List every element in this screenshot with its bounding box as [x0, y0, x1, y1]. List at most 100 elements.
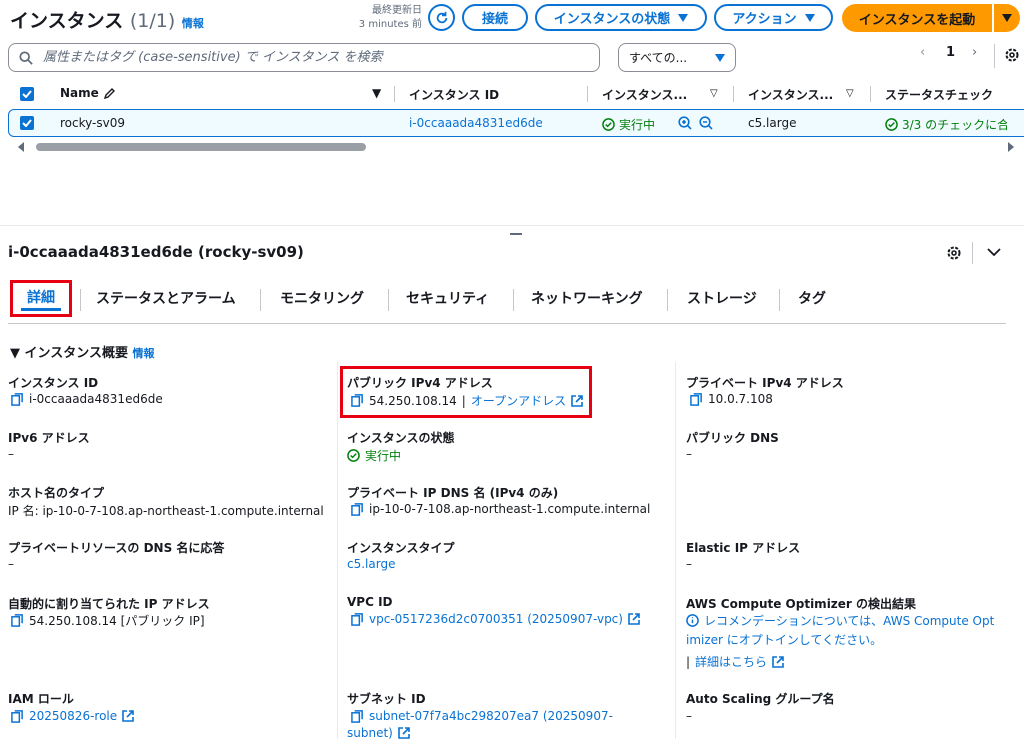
tab-details[interactable]: 詳細 [10, 280, 72, 317]
column-header-instance-type[interactable]: インスタンス... [748, 86, 833, 103]
column-header-status-check[interactable]: ステータスチェック [885, 86, 1005, 103]
instance-type-link[interactable]: c5.large [347, 557, 395, 571]
table-settings-button[interactable] [1004, 47, 1020, 63]
launch-options-button[interactable] [994, 4, 1020, 32]
split-divider [0, 225, 1024, 226]
check-circle-icon [885, 118, 898, 131]
last-updated: 最終更新日 3 minutes 前 [358, 5, 422, 30]
subnet-link[interactable]: subnet-07f7a4bc298207ea7 (20250907- [351, 709, 613, 723]
search-box[interactable] [8, 43, 600, 72]
state-filter-select[interactable]: すべての... [618, 43, 736, 72]
row-instance-type: c5.large [748, 116, 797, 130]
caret-down-icon [678, 13, 689, 22]
copy-icon[interactable] [11, 392, 24, 406]
actions-button[interactable]: アクション [714, 4, 833, 31]
tab-divider [260, 289, 261, 311]
tab-divider [513, 289, 514, 311]
gear-icon [946, 245, 962, 261]
field-label: パブリック IPv4 アドレス [347, 376, 493, 390]
field-label: ホスト名のタイプ [8, 486, 105, 500]
zoom-out-icon[interactable] [699, 116, 713, 130]
tab-status-alarms[interactable]: ステータスとアラーム [96, 283, 236, 317]
tab-security[interactable]: セキュリティ [406, 283, 489, 317]
tab-storage[interactable]: ストレージ [687, 283, 757, 317]
column-header-instance-state[interactable]: インスタンス... [602, 86, 687, 103]
tab-divider [779, 289, 780, 311]
active-tab-indicator [21, 308, 61, 311]
copy-icon[interactable] [351, 502, 364, 516]
hostname-type-value: IP 名: ip-10-0-7-108.ap-northeast-1.compu… [8, 504, 324, 518]
tab-divider [667, 289, 668, 311]
external-link-icon [628, 613, 640, 625]
column-header-name[interactable]: Name [60, 86, 115, 100]
instance-state-button[interactable]: インスタンスの状態 [535, 4, 707, 31]
field-label: 自動的に割り当てられた IP アドレス [8, 597, 210, 611]
column-header-instance-id[interactable]: インスタンス ID [409, 86, 499, 103]
vpc-link[interactable]: vpc-0517236d2c0700351 (20250907-vpc) [351, 612, 640, 626]
search-input[interactable] [41, 49, 585, 66]
field-label: インスタンスタイプ [347, 541, 455, 555]
page-title: インスタンス (1/1) 情報 [10, 10, 204, 32]
tab-networking[interactable]: ネットワーキング [531, 283, 643, 317]
scroll-right-arrow[interactable] [1008, 142, 1014, 152]
caret-down-icon: ▼ [10, 346, 20, 361]
scroll-left-arrow[interactable] [18, 142, 24, 152]
copy-icon[interactable] [11, 614, 24, 627]
sort-icon[interactable]: ▽ [710, 88, 718, 99]
auto-ip-value: 54.250.108.14 [パブリック IP] [11, 612, 205, 629]
optimizer-message-cont[interactable]: imizer にオプトインしてください。 [686, 631, 882, 648]
connect-button[interactable]: 接続 [462, 4, 528, 31]
tab-monitoring[interactable]: モニタリング [280, 283, 364, 317]
section-header[interactable]: ▼ インスタンス概要 情報 [10, 342, 155, 361]
launch-instance-button[interactable]: インスタンスを起動 [842, 4, 992, 32]
horizontal-scrollbar[interactable] [36, 143, 366, 151]
external-link-icon [398, 727, 410, 739]
elastic-ip-value: – [686, 557, 692, 571]
refresh-button[interactable] [428, 4, 455, 31]
prev-page-button[interactable]: ‹ [920, 45, 925, 60]
open-address-link[interactable]: オープンアドレス [471, 392, 566, 409]
row-instance-id-link[interactable]: i-0ccaaada4831ed6de [409, 116, 543, 130]
row-status-check: 3/3 のチェックに合格しました [885, 116, 1007, 133]
copy-icon[interactable] [351, 394, 364, 407]
info-link[interactable]: 情報 [182, 17, 204, 30]
resize-handle[interactable] [510, 233, 522, 235]
gear-icon [1004, 47, 1020, 63]
panel-settings-button[interactable] [946, 245, 962, 261]
asg-value: – [686, 709, 692, 723]
iam-role-link[interactable]: 20250826-role [11, 709, 134, 723]
field-label: Auto Scaling グループ名 [686, 692, 835, 706]
field-label: Elastic IP アドレス [686, 541, 801, 555]
edit-icon [103, 87, 115, 100]
page-number[interactable]: 1 [946, 45, 955, 60]
row-name: rocky-sv09 [60, 116, 125, 130]
learn-more-link[interactable]: 詳細はこちら [695, 653, 767, 670]
instance-count: (1/1) [129, 10, 176, 32]
private-ipv4-value: 10.0.7.108 [690, 392, 773, 406]
field-label: パブリック DNS [686, 431, 779, 445]
tab-tags[interactable]: タグ [798, 283, 826, 317]
select-all-checkbox[interactable] [20, 87, 34, 101]
external-link-icon [772, 655, 784, 668]
sort-icon[interactable]: ▽ [846, 88, 854, 99]
copy-icon[interactable] [11, 709, 24, 723]
collapse-panel-button[interactable] [987, 247, 1001, 257]
external-link-icon [122, 710, 134, 722]
field-label: AWS Compute Optimizer の検出結果 [686, 597, 917, 611]
subnet-link-cont[interactable]: subnet) [347, 726, 410, 740]
tab-divider [80, 289, 81, 311]
copy-icon[interactable] [351, 709, 364, 723]
zoom-in-icon[interactable] [678, 116, 692, 130]
copy-icon[interactable] [351, 612, 364, 626]
row-checkbox[interactable] [20, 116, 34, 130]
field-label: IPv6 アドレス [8, 431, 90, 445]
copy-icon[interactable] [690, 392, 703, 406]
column-divider [394, 86, 395, 102]
detail-title: i-0ccaaada4831ed6de (rocky-sv09) [8, 243, 304, 261]
instance-state-value: 実行中 [347, 447, 401, 464]
field-label: IAM ロール [8, 692, 74, 706]
optimizer-message[interactable]: レコメンデーションについては、AWS Compute Opt [686, 612, 994, 629]
info-link[interactable]: 情報 [133, 347, 155, 360]
sort-icon[interactable]: ▼ [372, 86, 381, 100]
next-page-button[interactable]: › [972, 45, 977, 60]
